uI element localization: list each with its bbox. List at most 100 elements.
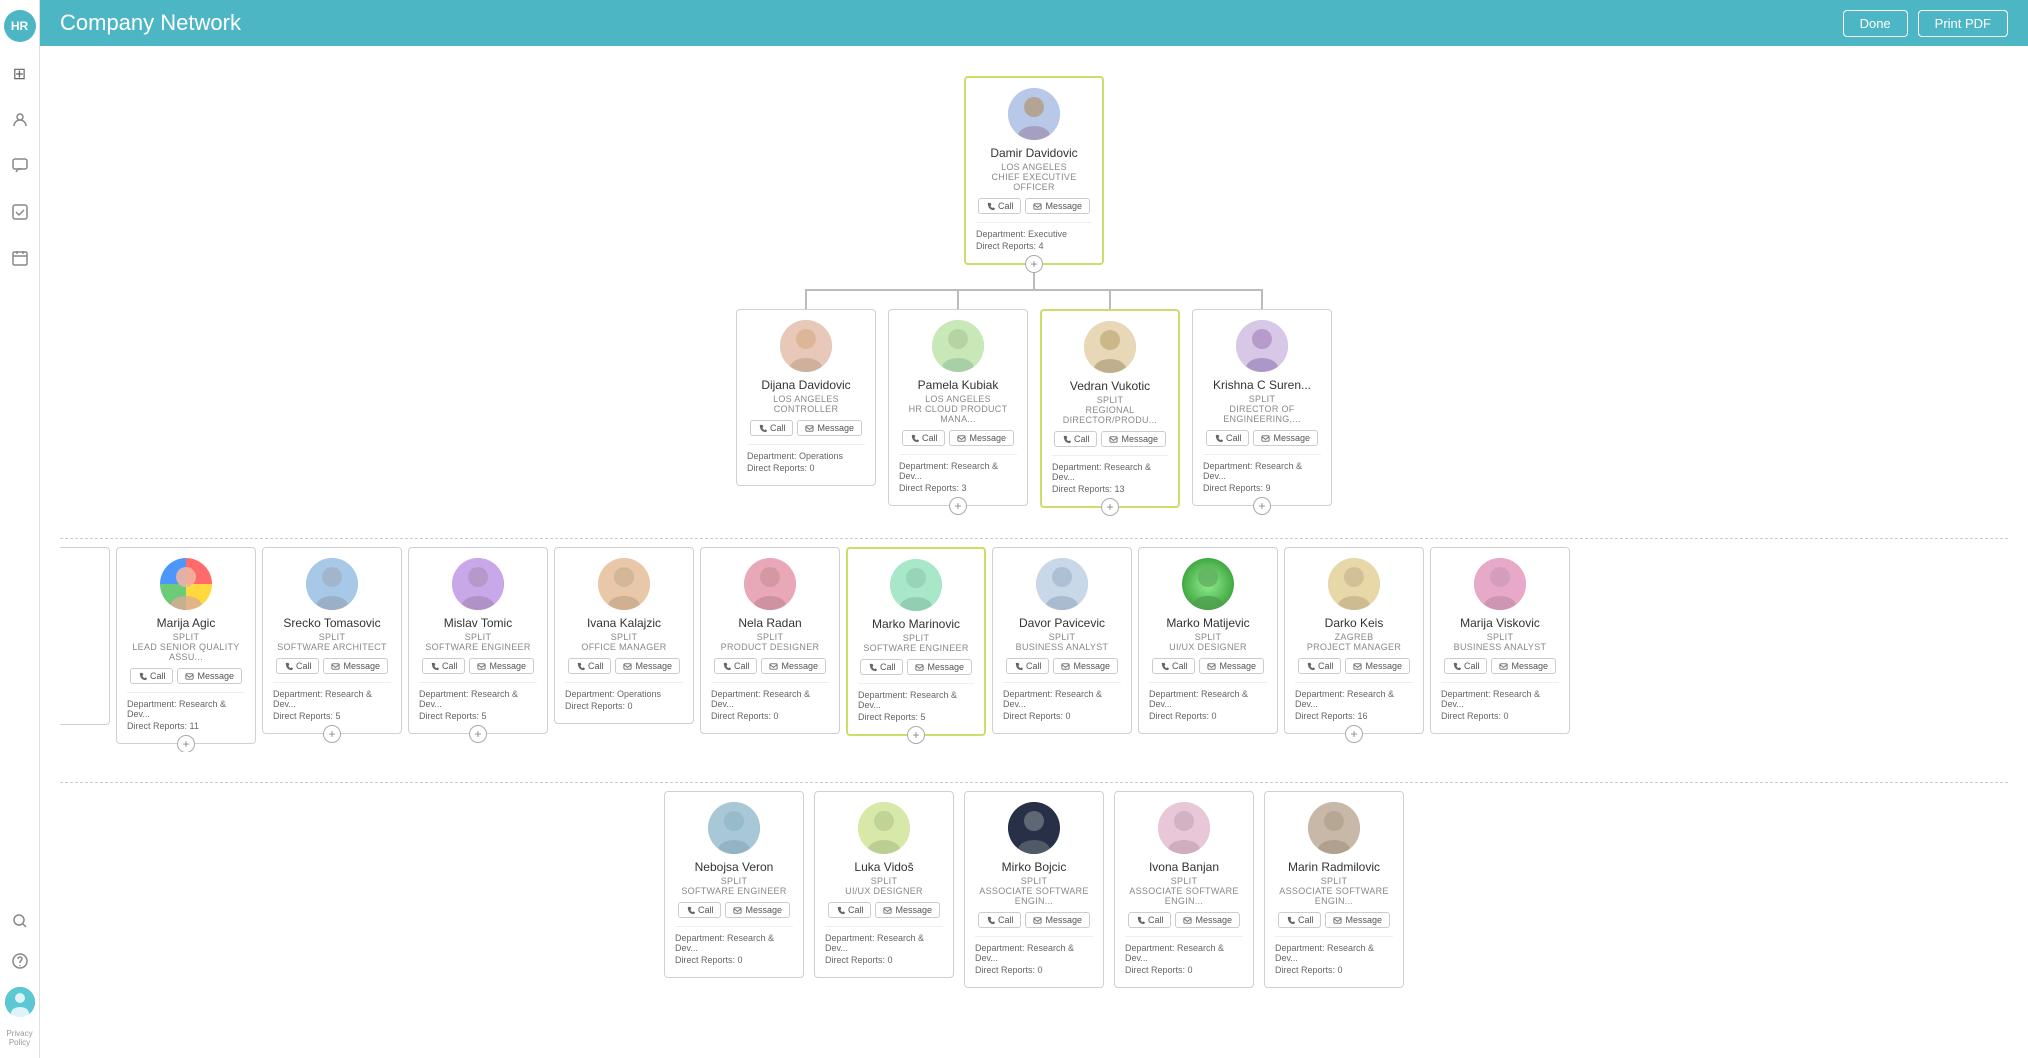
avatar-darko: [1328, 558, 1380, 610]
msg-ivona[interactable]: Message: [1175, 912, 1240, 928]
l1-pamela-col: Pamela Kubiak LOS ANGELES HR CLOUD PRODU…: [888, 289, 1028, 508]
expand-vedran[interactable]: +: [1101, 498, 1119, 516]
card-pamela[interactable]: Pamela Kubiak LOS ANGELES HR CLOUD PRODU…: [888, 309, 1028, 506]
msg-marko[interactable]: Message: [907, 659, 972, 675]
loc-darko: ZAGREB: [1295, 632, 1413, 642]
sidebar-icon-chat[interactable]: [6, 152, 34, 180]
msg-marko-m[interactable]: Message: [1199, 658, 1264, 674]
name-luka: Luka Vidoš: [825, 860, 943, 874]
call-dijana[interactable]: Call: [750, 420, 794, 436]
msg-marin[interactable]: Message: [1325, 912, 1390, 928]
call-marija-v[interactable]: Call: [1444, 658, 1488, 674]
call-marko[interactable]: Call: [860, 659, 904, 675]
card-marko-m[interactable]: Marko Matijevic SPLIT UI/UX DESIGNER Cal…: [1138, 547, 1278, 734]
card-marko[interactable]: Marko Marinovic SPLIT SOFTWARE ENGINEER …: [846, 547, 986, 736]
msg-pamela[interactable]: Message: [949, 430, 1014, 446]
ceo-message-btn[interactable]: Message: [1025, 198, 1090, 214]
call-darko[interactable]: Call: [1298, 658, 1342, 674]
call-ivana[interactable]: Call: [568, 658, 612, 674]
msg-marija-v[interactable]: Message: [1491, 658, 1556, 674]
expand-pamela[interactable]: +: [949, 497, 967, 515]
sidebar-icon-help[interactable]: [6, 947, 34, 975]
card-marin[interactable]: Marin Radmilovic SPLIT ASSOCIATE SOFTWAR…: [1264, 791, 1404, 988]
name-nela: Nela Radan: [711, 616, 829, 630]
title-marko-m: UI/UX DESIGNER: [1149, 642, 1267, 652]
expand-darko[interactable]: +: [1345, 725, 1363, 743]
l2-ivana-col: Ivana Kalajzic SPLIT OFFICE MANAGER Call…: [554, 547, 694, 724]
ceo-expand[interactable]: +: [1025, 255, 1043, 273]
expand-marija-a[interactable]: +: [177, 735, 195, 752]
msg-ivana[interactable]: Message: [615, 658, 680, 674]
msg-mislav[interactable]: Message: [469, 658, 534, 674]
card-luka[interactable]: Luka Vidoš SPLIT UI/UX DESIGNER Call Mes…: [814, 791, 954, 978]
expand-krishna[interactable]: +: [1253, 497, 1271, 515]
card-marija-a[interactable]: Marija Agic SPLIT LEAD SENIOR QUALITY AS…: [116, 547, 256, 744]
expand-mislav[interactable]: +: [469, 725, 487, 743]
card-mislav[interactable]: Mislav Tomic SPLIT SOFTWARE ENGINEER Cal…: [408, 547, 548, 734]
card-nela[interactable]: Nela Radan SPLIT PRODUCT DESIGNER Call M…: [700, 547, 840, 734]
avatar-ivana: [598, 558, 650, 610]
call-nebojsa[interactable]: Call: [678, 902, 722, 918]
sidebar-icon-calendar[interactable]: [6, 244, 34, 272]
card-ivona[interactable]: Ivona Banjan SPLIT ASSOCIATE SOFTWARE EN…: [1114, 791, 1254, 988]
expand-srecko[interactable]: +: [323, 725, 341, 743]
msg-vedran[interactable]: Message: [1101, 431, 1166, 447]
call-ivona[interactable]: Call: [1128, 912, 1172, 928]
msg-srecko[interactable]: Message: [323, 658, 388, 674]
card-nebojsa[interactable]: Nebojsa Veron SPLIT SOFTWARE ENGINEER Ca…: [664, 791, 804, 978]
actions-dijana: Call Message: [747, 420, 865, 436]
call-marko-m[interactable]: Call: [1152, 658, 1196, 674]
call-mislav[interactable]: Call: [422, 658, 466, 674]
call-mirko[interactable]: Call: [978, 912, 1022, 928]
msg-nela[interactable]: Message: [761, 658, 826, 674]
sidebar-icon-grid[interactable]: ⊞: [6, 60, 34, 88]
card-vedran[interactable]: Vedran Vukotic SPLIT REGIONAL DIRECTOR/P…: [1040, 309, 1180, 508]
card-ivana[interactable]: Ivana Kalajzic SPLIT OFFICE MANAGER Call…: [554, 547, 694, 724]
level2-row: Marija Agic SPLIT LEAD SENIOR QUALITY AS…: [60, 539, 2008, 752]
level1-cards-inner: Dijana Davidovic LOS ANGELES CONTROLLER …: [736, 289, 1332, 508]
msg-luka[interactable]: Message: [875, 902, 940, 918]
card-srecko[interactable]: Srecko Tomasovic SPLIT SOFTWARE ARCHITEC…: [262, 547, 402, 734]
call-luka[interactable]: Call: [828, 902, 872, 918]
msg-darko[interactable]: Message: [1345, 658, 1410, 674]
card-dijana[interactable]: Dijana Davidovic LOS ANGELES CONTROLLER …: [736, 309, 876, 486]
info-darko: Department: Research & Dev... Direct Rep…: [1295, 682, 1413, 721]
title-marko: SOFTWARE ENGINEER: [858, 643, 974, 653]
user-avatar[interactable]: [5, 987, 35, 1017]
call-srecko[interactable]: Call: [276, 658, 320, 674]
name-mirko: Mirko Bojcic: [975, 860, 1093, 874]
ceo-call-btn[interactable]: Call: [978, 198, 1022, 214]
msg-dijana[interactable]: Message: [797, 420, 862, 436]
level1-container: Dijana Davidovic LOS ANGELES CONTROLLER …: [60, 289, 2008, 508]
privacy-policy-label[interactable]: Privacy Policy: [0, 1029, 39, 1048]
hr-logo[interactable]: HR: [4, 10, 36, 42]
sidebar-icon-person[interactable]: [6, 106, 34, 134]
l2-partial-left: [60, 547, 110, 725]
call-nela[interactable]: Call: [714, 658, 758, 674]
l3-ivona-col: Ivona Banjan SPLIT ASSOCIATE SOFTWARE EN…: [1114, 791, 1254, 988]
msg-davor[interactable]: Message: [1053, 658, 1118, 674]
expand-marko[interactable]: +: [907, 726, 925, 744]
loc-mirko: SPLIT: [975, 876, 1093, 886]
msg-krishna[interactable]: Message: [1253, 430, 1318, 446]
card-krishna[interactable]: Krishna C Suren... SPLIT DIRECTOR OF ENG…: [1192, 309, 1332, 506]
done-button[interactable]: Done: [1843, 10, 1908, 37]
card-darko[interactable]: Darko Keis ZAGREB PROJECT MANAGER Call M…: [1284, 547, 1424, 734]
sidebar-icon-check[interactable]: [6, 198, 34, 226]
call-krishna[interactable]: Call: [1206, 430, 1250, 446]
call-davor[interactable]: Call: [1006, 658, 1050, 674]
print-pdf-button[interactable]: Print PDF: [1918, 10, 2008, 37]
ceo-avatar: [1008, 88, 1060, 140]
msg-marija-a[interactable]: Message: [177, 668, 242, 684]
call-marija-a[interactable]: Call: [130, 668, 174, 684]
sidebar-icon-search[interactable]: [6, 907, 34, 935]
call-marin[interactable]: Call: [1278, 912, 1322, 928]
ceo-card[interactable]: Damir Davidovic LOS ANGELES CHIEF EXECUT…: [964, 76, 1104, 265]
msg-nebojsa[interactable]: Message: [725, 902, 790, 918]
card-marija-v[interactable]: Marija Viskovic SPLIT BUSINESS ANALYST C…: [1430, 547, 1570, 734]
call-vedran[interactable]: Call: [1054, 431, 1098, 447]
msg-mirko[interactable]: Message: [1025, 912, 1090, 928]
call-pamela[interactable]: Call: [902, 430, 946, 446]
card-davor[interactable]: Davor Pavicevic SPLIT BUSINESS ANALYST C…: [992, 547, 1132, 734]
card-mirko[interactable]: Mirko Bojcic SPLIT ASSOCIATE SOFTWARE EN…: [964, 791, 1104, 988]
